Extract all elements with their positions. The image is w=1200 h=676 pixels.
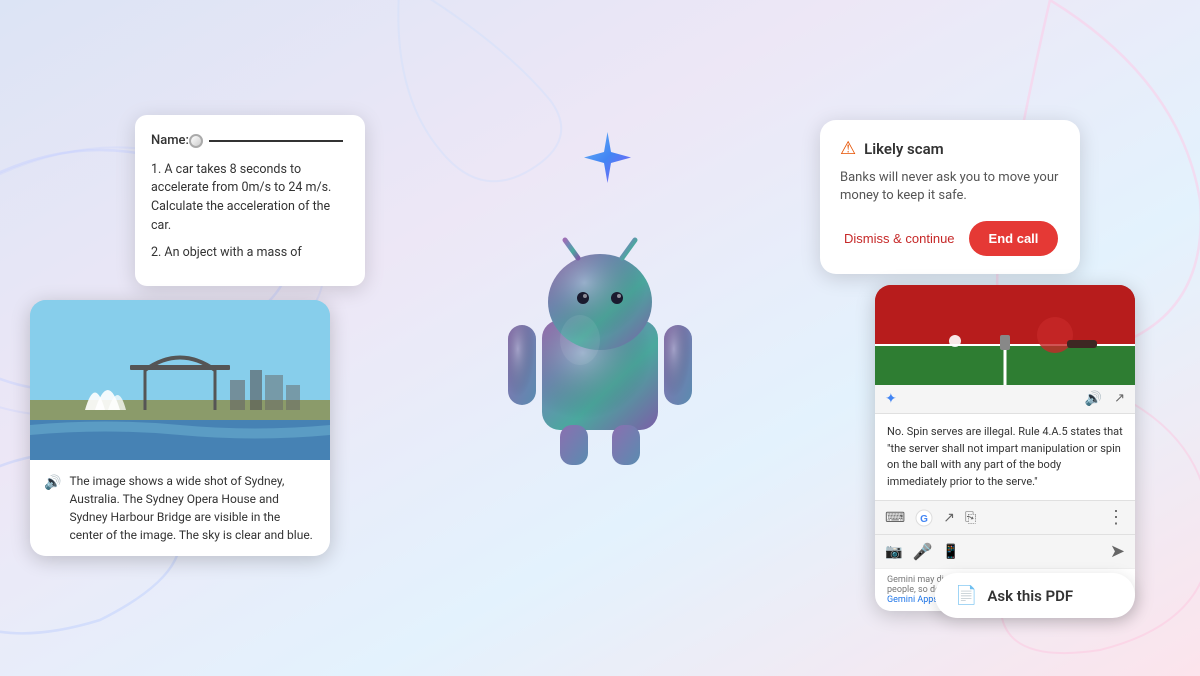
browser-action-icons: 🔊 ↗ — [1085, 391, 1125, 407]
browser-toolbar: ✦ 🔊 ↗ — [875, 385, 1135, 414]
scam-actions: Dismiss & continue End call — [840, 221, 1060, 256]
sydney-caption: 🔊 The image shows a wide shot of Sydney,… — [30, 460, 330, 556]
gemini-star-icon — [580, 130, 635, 189]
scam-title: Likely scam — [864, 140, 944, 158]
screen-icon[interactable]: 📱 — [942, 544, 959, 560]
keyboard-icon[interactable]: ⌨ — [885, 510, 905, 526]
end-call-button[interactable]: End call — [969, 221, 1059, 256]
scam-body-text: Banks will never ask you to move your mo… — [840, 169, 1060, 205]
sydney-image — [30, 300, 330, 460]
gemini-pdf-area: ✦ 🔊 ↗ No. Spin serves are illegal. Rule … — [935, 565, 1135, 626]
camera-icon[interactable]: 📷 — [885, 544, 902, 560]
ask-pdf-bar[interactable]: 📄 Ask this PDF — [935, 573, 1135, 618]
browser-card: ✦ 🔊 ↗ No. Spin serves are illegal. Rule … — [875, 285, 1135, 611]
more-options-icon[interactable]: ⋮ — [1107, 507, 1125, 528]
android-mascot — [500, 230, 700, 470]
google-icon[interactable]: G — [915, 509, 933, 527]
copy-icon[interactable]: ⎘ — [965, 510, 976, 526]
name-line — [209, 140, 343, 142]
browser-response-text: No. Spin serves are illegal. Rule 4.A.5 … — [875, 414, 1135, 500]
worksheet-name-row: Name: — [151, 131, 349, 151]
name-label: Name: — [151, 131, 189, 151]
warning-icon: ⚠ — [840, 138, 856, 159]
pdf-label: Ask this PDF — [987, 587, 1073, 605]
browser-bottom-bar: ⌨ G ↗ ⎘ ⋮ — [875, 500, 1135, 534]
send-icon[interactable]: ➤ — [1110, 541, 1125, 562]
sydney-image-card: 🔊 The image shows a wide shot of Sydney,… — [30, 300, 330, 556]
gemini-small-star: ✦ — [885, 391, 897, 407]
mic-icon[interactable]: 🎤 — [912, 542, 932, 561]
scam-alert-card: ⚠ Likely scam Banks will never ask you t… — [820, 120, 1080, 274]
sydney-caption-text: The image shows a wide shot of Sydney, A… — [69, 472, 316, 544]
browser-top-image — [875, 285, 1135, 385]
share-icon[interactable]: ↗ — [943, 510, 955, 526]
name-dot — [189, 134, 203, 148]
worksheet-card: Name: 1. A car takes 8 seconds to accele… — [135, 115, 365, 286]
svg-text:G: G — [920, 514, 928, 525]
scam-header: ⚠ Likely scam — [840, 138, 1060, 159]
bottom-action-icons: ⌨ G ↗ ⎘ — [885, 509, 976, 527]
dismiss-continue-button[interactable]: Dismiss & continue — [840, 225, 959, 252]
worksheet-question-2: 2. An object with a mass of — [151, 244, 349, 263]
volume-icon[interactable]: 🔊 — [1085, 391, 1102, 407]
gemini-tool-bar: 📷 🎤 📱 ➤ — [875, 534, 1135, 568]
worksheet-question-1: 1. A car takes 8 seconds to accelerate f… — [151, 161, 349, 236]
pdf-icon: 📄 — [955, 585, 977, 606]
speaker-icon: 🔊 — [44, 473, 61, 494]
open-icon[interactable]: ↗ — [1114, 391, 1125, 407]
